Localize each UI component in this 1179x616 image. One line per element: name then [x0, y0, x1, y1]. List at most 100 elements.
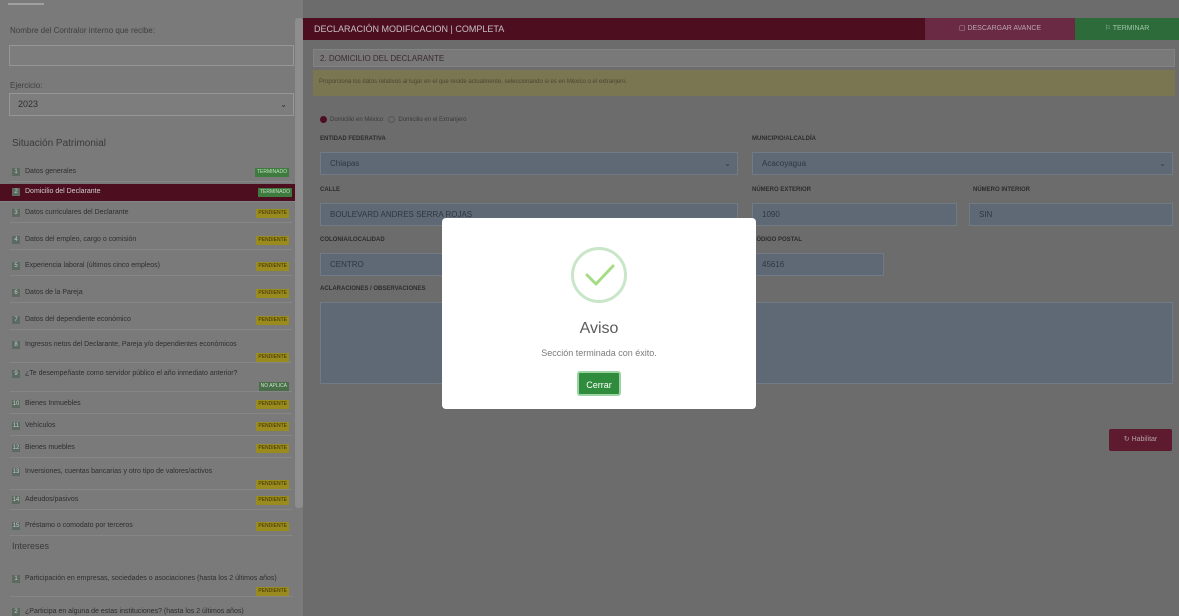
top-divider	[8, 3, 44, 5]
sidebar-item-label: ¿Participa en alguna de estas institucio…	[25, 608, 244, 615]
sidebar-item-label: Domicilio del Declarante	[25, 188, 101, 195]
sidebar-item-instituciones[interactable]: 2 ¿Participa en alguna de estas instituc…	[10, 604, 292, 616]
sidebar-item-label: Ingresos netos del Declarante, Pareja y/…	[25, 341, 237, 348]
success-check-icon	[571, 247, 627, 303]
sidebar-item-6[interactable]: 6 Datos de la Pareja PENDIENTE	[10, 285, 292, 303]
sidebar-item-8[interactable]: 8 Ingresos netos del Declarante, Pareja y…	[10, 337, 292, 363]
refresh-icon: ↻	[1123, 436, 1132, 443]
radio-abroad-label: Domicilio en el Extranjero	[398, 117, 467, 124]
finish-button[interactable]: ⚐ TERMINAR	[1075, 18, 1179, 40]
chevron-down-icon: ⌄	[280, 100, 287, 109]
radio-mexico[interactable]	[320, 116, 327, 123]
item-number: 8	[12, 341, 20, 349]
contralor-label: Nombre del Contralor interno que recibe:	[10, 26, 155, 35]
sidebar-item-label: Datos del dependiente económico	[25, 316, 131, 323]
sidebar-item-7[interactable]: 7 Datos del dependiente económico PENDIENT…	[10, 312, 292, 330]
status-badge: PENDIENTE	[256, 444, 289, 453]
sidebar-item-label: Adeudos/pasivos	[25, 496, 79, 503]
status-badge: PENDIENTE	[256, 262, 289, 271]
num-ext-input[interactable]: 1090	[752, 203, 957, 226]
sidebar-item-5[interactable]: 5 Experiencia laboral (últimos cinco empl…	[10, 258, 292, 276]
colonia-label: COLONIA/LOCALIDAD	[320, 237, 385, 243]
close-button[interactable]: Cerrar	[577, 371, 621, 396]
sidebar-item-3[interactable]: 3 Datos curriculares del Declarante PENDIE…	[10, 205, 292, 223]
ejercicio-select[interactable]: 2023 ⌄	[9, 93, 294, 116]
info-notice: Proporciona los datos relativos al lugar…	[313, 70, 1175, 96]
dialog-title: Aviso	[579, 320, 619, 337]
status-badge: PENDIENTE	[256, 522, 289, 531]
item-number: 15	[12, 522, 20, 530]
num-int-input[interactable]: SIN	[969, 203, 1173, 226]
radio-abroad[interactable]	[388, 116, 396, 123]
sidebar-item-11[interactable]: 11 Vehículos PENDIENTE	[10, 418, 292, 436]
num-int-label: NÚMERO INTERIOR	[973, 187, 1030, 193]
aclaraciones-label: ACLARACIONES / OBSERVACIONES	[320, 286, 426, 292]
status-badge: PENDIENTE	[256, 587, 289, 596]
entidad-label: ENTIDAD FEDERATIVA	[320, 136, 386, 142]
sidebar-item-label: ¿Te desempeñaste como servidor público e…	[25, 370, 238, 377]
contralor-input[interactable]	[9, 45, 294, 66]
download-progress-button[interactable]: ▢ DESCARGAR AVANCE	[925, 18, 1075, 40]
item-number: 14	[12, 496, 20, 504]
sidebar-item-13[interactable]: 13 Inversiones, cuentas bancarias y otro …	[10, 464, 292, 490]
sidebar-item-participacion[interactable]: 1 Participación en empresas, sociedades …	[10, 571, 292, 597]
page-title: DECLARACIÓN MODIFICACION | COMPLETA	[314, 24, 505, 34]
sidebar-item-1[interactable]: 1 Datos generales TERMINADO	[10, 164, 292, 182]
item-number: 1	[12, 168, 20, 176]
sidebar-item-4[interactable]: 4 Datos del empleo, cargo o comisión PENDI…	[10, 232, 292, 250]
download-label: DESCARGAR AVANCE	[967, 25, 1042, 32]
sidebar-item-15[interactable]: 15 Préstamo o comodato por terceros PENDIE…	[10, 518, 292, 536]
item-number: 2	[12, 188, 20, 196]
status-badge: PENDIENTE	[256, 353, 289, 362]
sidebar-item-9[interactable]: 9 ¿Te desempeñaste como servidor público …	[10, 366, 292, 392]
entidad-select[interactable]: Chiapas ⌄	[320, 152, 738, 175]
sidebar: Nombre del Contralor interno que recibe:…	[0, 0, 303, 616]
patrimonial-heading: Situación Patrimonial	[12, 138, 106, 149]
status-badge: TERMINADO	[255, 168, 289, 177]
sidebar-item-10[interactable]: 10 Bienes Inmuebles PENDIENTE	[10, 396, 292, 414]
sidebar-item-label: Bienes Inmuebles	[25, 400, 81, 407]
sidebar-item-label: Bienes muebles	[25, 444, 75, 451]
municipio-value: Acacoyagua	[762, 159, 807, 168]
habilitar-button[interactable]: ↻ Habilitar	[1109, 429, 1172, 451]
municipio-select[interactable]: Acacoyagua ⌄	[752, 152, 1173, 175]
item-number: 7	[12, 316, 20, 324]
status-badge: PENDIENTE	[256, 422, 289, 431]
item-number: 13	[12, 468, 20, 476]
sidebar-item-12[interactable]: 12 Bienes muebles PENDIENTE	[10, 440, 292, 458]
item-number: 6	[12, 289, 20, 297]
dialog-message: Sección terminada con éxito.	[541, 348, 657, 358]
sidebar-item-label: Vehículos	[25, 422, 56, 429]
chevron-down-icon: ⌄	[1159, 159, 1166, 168]
sidebar-item-label: Datos de la Pareja	[25, 289, 83, 296]
status-badge: TERMINADO	[258, 188, 292, 197]
item-number: 4	[12, 236, 20, 244]
sidebar-item-14[interactable]: 14 Adeudos/pasivos PENDIENTE	[10, 492, 292, 510]
chevron-down-icon: ⌄	[724, 159, 731, 168]
status-badge: PENDIENTE	[256, 496, 289, 505]
intereses-heading: Intereses	[12, 541, 50, 551]
item-number: 11	[12, 422, 20, 430]
status-badge: NO APLICA	[258, 382, 289, 391]
item-number: 9	[12, 370, 20, 378]
cp-input[interactable]: 45616	[752, 253, 884, 276]
sidebar-item-2[interactable]: 2 Domicilio del Declarante TERMINADO	[0, 184, 295, 202]
residence-radio-group: Domicilio en México Domicilio en el Extr…	[320, 116, 466, 123]
sidebar-item-label: Datos generales	[25, 168, 76, 175]
success-dialog: Aviso Sección terminada con éxito. Cerra…	[442, 218, 756, 409]
flag-icon: ⚐	[1104, 25, 1113, 32]
item-number: 12	[12, 444, 20, 452]
item-number: 2	[12, 608, 20, 616]
municipio-label: MUNICIPIO/ALCALDÍA	[752, 136, 816, 142]
sidebar-item-label: Datos curriculares del Declarante	[25, 209, 129, 216]
top-bar: DECLARACIÓN MODIFICACION | COMPLETA ▢ DE…	[303, 18, 1179, 40]
item-number: 10	[12, 400, 20, 408]
status-badge: PENDIENTE	[256, 480, 289, 489]
calle-label: CALLE	[320, 187, 340, 193]
sidebar-scrollbar[interactable]	[295, 18, 303, 508]
cp-label: CÓDIGO POSTAL	[752, 237, 802, 243]
habilitar-label: Habilitar	[1131, 436, 1158, 443]
sidebar-item-label: Inversiones, cuentas bancarias y otro ti…	[25, 468, 213, 475]
finish-label: TERMINAR	[1112, 25, 1150, 32]
item-number: 3	[12, 209, 20, 217]
